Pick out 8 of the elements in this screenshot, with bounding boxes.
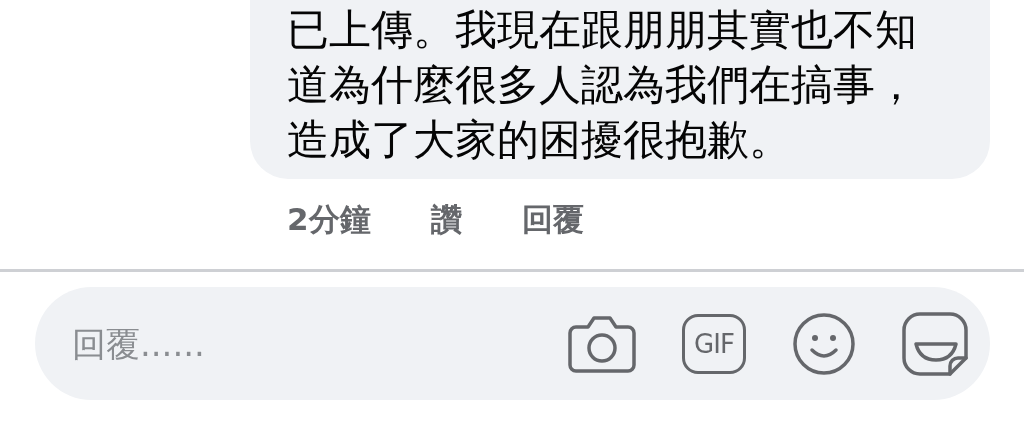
sticker-icon[interactable] bbox=[902, 309, 970, 378]
comment-text: 已上傳。我現在跟朋朋其實也不知道為什麼很多人認為我們在搞事，造成了大家的困擾很抱歉。 bbox=[287, 4, 918, 166]
reply-link[interactable]: 回覆 bbox=[521, 197, 584, 241]
like-link[interactable]: 讚 bbox=[430, 197, 462, 241]
gif-button[interactable]: GIF bbox=[682, 313, 746, 374]
timestamp: 2分鐘 bbox=[287, 200, 371, 239]
smiley-icon[interactable] bbox=[792, 311, 856, 376]
reply-field[interactable]: 回覆...... bbox=[70, 322, 568, 365]
